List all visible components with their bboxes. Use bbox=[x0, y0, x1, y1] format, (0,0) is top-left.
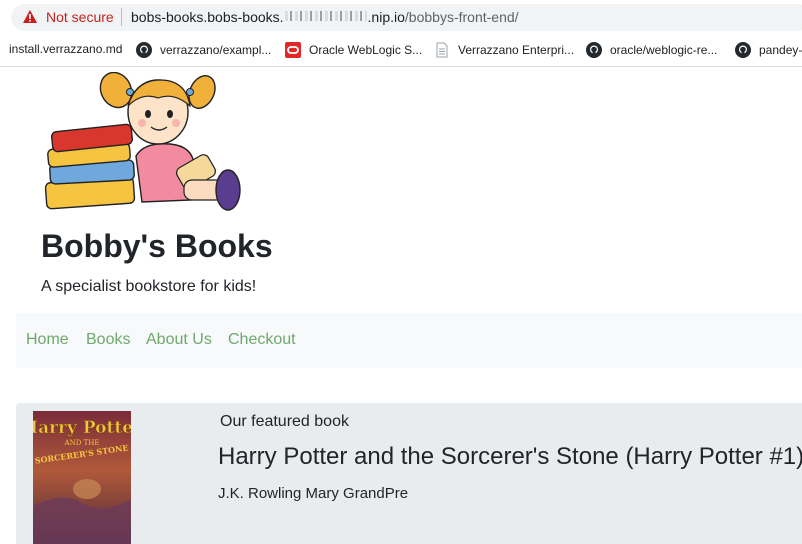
cover-title-text: Harry Potter bbox=[33, 418, 131, 438]
address-divider bbox=[121, 8, 122, 26]
bookmark-pandey[interactable]: pandey- bbox=[735, 42, 802, 58]
main-nav: Home Books About Us Checkout bbox=[16, 313, 802, 368]
featured-label: Our featured book bbox=[220, 413, 349, 430]
bookmark-label: Verrazzano Enterpri... bbox=[458, 43, 575, 57]
bookmark-label: Oracle WebLogic S... bbox=[309, 43, 423, 57]
browser-toolbar: Not secure bobs-books.bobs-books. .nip.io… bbox=[0, 0, 802, 34]
github-icon bbox=[136, 42, 152, 58]
url-host-end: .nip.io bbox=[367, 9, 405, 25]
bookstore-logo bbox=[44, 72, 241, 211]
url-host-start: bobs-books.bobs-books. bbox=[131, 9, 284, 25]
bookmark-label: install.verrazzano.md bbox=[9, 42, 123, 56]
redacted-ip bbox=[284, 11, 367, 21]
site-title: Bobby's Books bbox=[41, 228, 273, 264]
bookmark-verrazzano-enterprise[interactable]: Verrazzano Enterpri... bbox=[434, 42, 574, 58]
bookmark-install-verrazzano[interactable]: install.verrazzano.md bbox=[9, 42, 122, 56]
bookmark-oracle-weblogic[interactable]: Oracle WebLogic S... bbox=[285, 42, 422, 58]
bookmark-label: pandey- bbox=[759, 43, 802, 57]
url-path: /bobbys-front-end/ bbox=[404, 9, 519, 25]
github-icon bbox=[586, 42, 602, 58]
url-text[interactable]: bobs-books.bobs-books. .nip.io/bobbys-fro… bbox=[131, 9, 519, 25]
oracle-icon bbox=[285, 42, 301, 58]
featured-book-panel bbox=[16, 403, 802, 544]
nav-about-us[interactable]: About Us bbox=[146, 331, 212, 349]
bookmarks-bar: install.verrazzano.md verrazzano/exampl.… bbox=[0, 36, 802, 67]
nav-checkout[interactable]: Checkout bbox=[228, 331, 296, 349]
not-secure-label[interactable]: Not secure bbox=[46, 9, 114, 25]
bookmark-label: oracle/weblogic-re... bbox=[610, 43, 718, 57]
github-icon bbox=[735, 42, 751, 58]
bookmark-oracle-weblogic-remote[interactable]: oracle/weblogic-re... bbox=[586, 42, 717, 58]
nav-home[interactable]: Home bbox=[26, 331, 69, 349]
bookmark-label: verrazzano/exampl... bbox=[160, 43, 272, 57]
site-tagline: A specialist bookstore for kids! bbox=[41, 278, 257, 295]
cover-and-the-text: AND THE bbox=[64, 439, 100, 447]
warning-icon[interactable] bbox=[23, 10, 37, 23]
featured-book-title[interactable]: Harry Potter and the Sorcerer's Stone (H… bbox=[218, 443, 802, 471]
featured-book-authors: J.K. Rowling Mary GrandPre bbox=[218, 485, 409, 502]
book-cover-image[interactable]: Harry Potter AND THE SORCERER'S STONE bbox=[33, 411, 131, 544]
page-icon bbox=[436, 42, 448, 58]
nav-books[interactable]: Books bbox=[86, 331, 130, 349]
bookmark-verrazzano-examples[interactable]: verrazzano/exampl... bbox=[136, 42, 271, 58]
